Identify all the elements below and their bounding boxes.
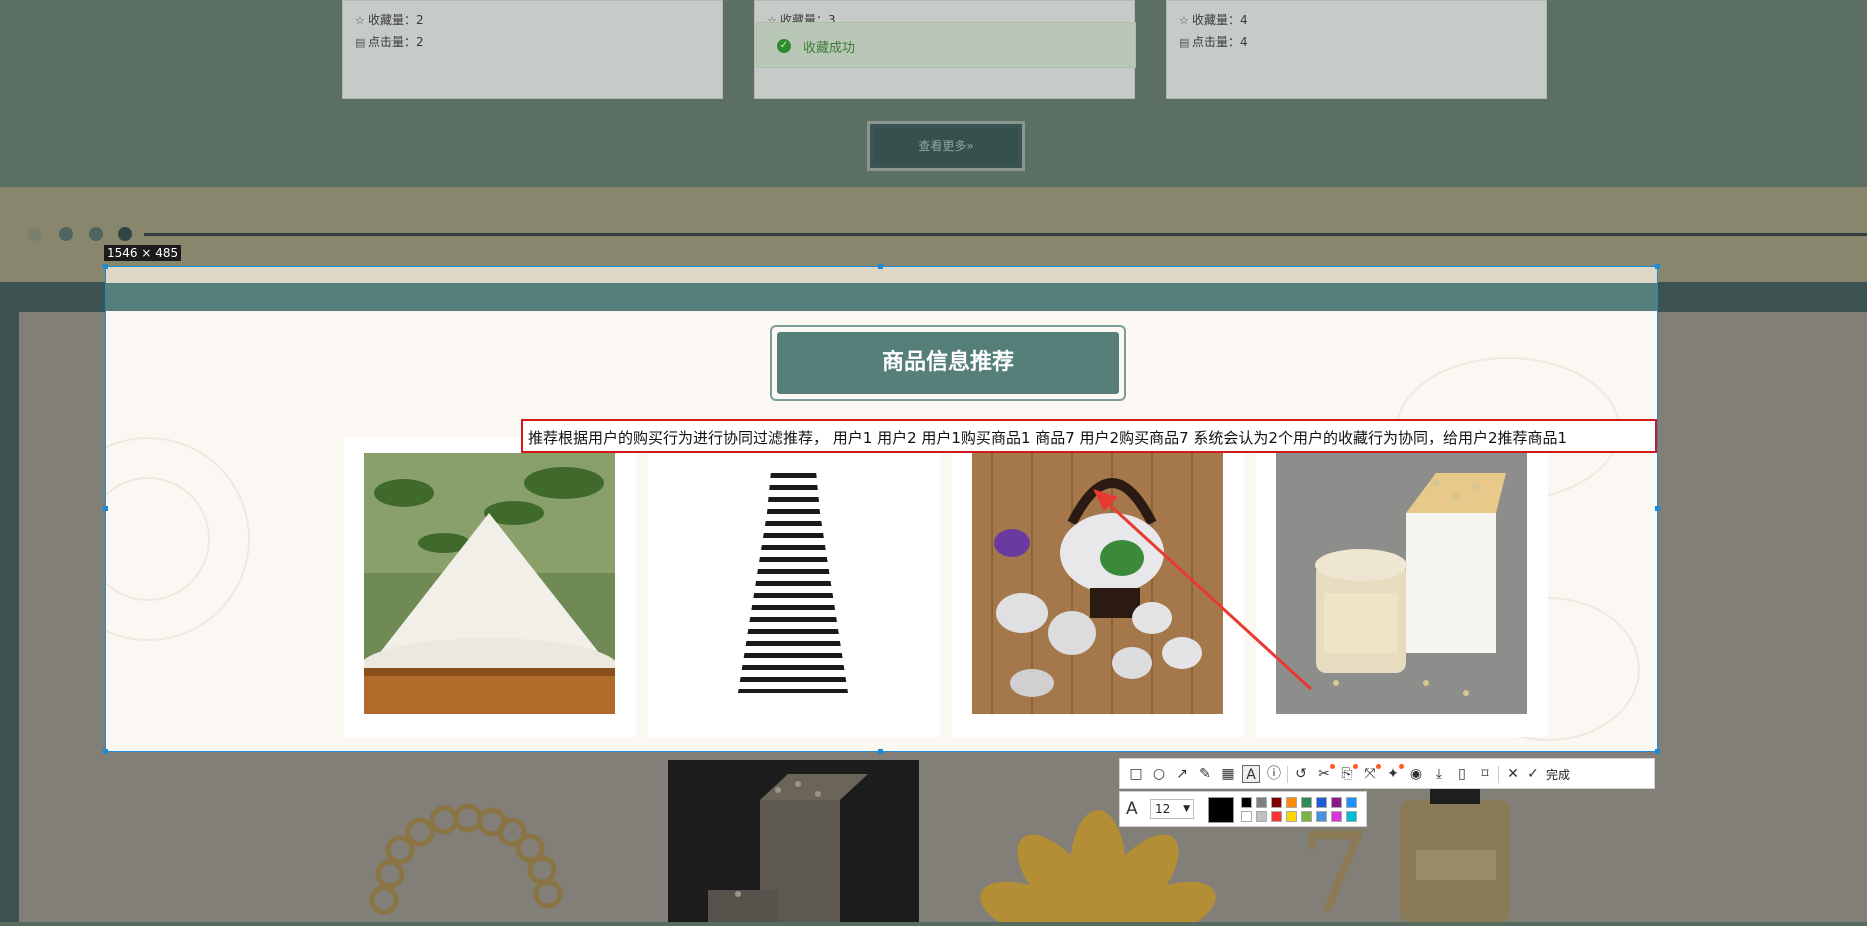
badge-dot	[1399, 764, 1404, 769]
color-swatch[interactable]	[1301, 797, 1312, 808]
undo-icon[interactable]: ↺	[1292, 765, 1310, 783]
honey-gift-box-image	[668, 760, 919, 922]
resize-handle[interactable]	[1655, 264, 1660, 269]
bookmark-icon[interactable]: ⌑	[1476, 765, 1494, 783]
color-swatch[interactable]	[1346, 797, 1357, 808]
star-icon: ☆	[355, 14, 365, 27]
color-swatch[interactable]	[1271, 797, 1282, 808]
selection-size-label: 1546 × 485	[104, 245, 182, 261]
success-toast: ✓ 收藏成功	[756, 22, 1136, 68]
resize-handle[interactable]	[878, 749, 883, 754]
document-icon: ▤	[1179, 36, 1190, 49]
carousel-progress	[144, 233, 1867, 236]
carousel-dot[interactable]	[59, 227, 73, 241]
color-swatch[interactable]	[1316, 797, 1327, 808]
bracelet-image	[360, 760, 630, 922]
color-swatch[interactable]	[1301, 811, 1312, 822]
long-screenshot-icon[interactable]: ▯	[1453, 765, 1471, 783]
view-more-label: 查看更多»	[874, 128, 1018, 164]
resize-handle[interactable]	[1655, 506, 1660, 511]
color-swatch[interactable]	[1331, 797, 1342, 808]
carousel-dot[interactable]	[28, 227, 42, 241]
check-circle-icon: ✓	[777, 39, 791, 53]
mosaic-icon[interactable]: ▦	[1219, 765, 1237, 783]
product-card-background: ☆ 收藏量：2 ▤ 点击量：2	[342, 0, 723, 99]
check-icon[interactable]: ✓	[1524, 765, 1542, 783]
font-icon: A	[1126, 799, 1138, 819]
badge-dot	[1330, 764, 1335, 769]
product-card-background: ☆ 收藏量：4 ▤ 点击量：4	[1166, 0, 1547, 99]
pencil-icon[interactable]: ✎	[1196, 765, 1214, 783]
favorites-count: 收藏量：4	[1192, 13, 1248, 27]
close-icon[interactable]: ✕	[1504, 765, 1522, 783]
screenshot-selection[interactable]: 商品信息推荐 推荐根据用户的购买行为进行协同过滤推荐， 用户1 用户2 用户1购…	[105, 266, 1658, 752]
text-style-bar: A 12 ▼	[1119, 791, 1367, 827]
arrow-annotation[interactable]	[106, 267, 1658, 752]
color-swatch[interactable]	[1256, 797, 1267, 808]
document-icon: ▤	[355, 36, 366, 49]
font-size-value: 12	[1155, 802, 1171, 816]
carousel-dot[interactable]	[89, 227, 103, 241]
color-swatch[interactable]	[1316, 811, 1327, 822]
font-size-select[interactable]: 12 ▼	[1150, 799, 1194, 819]
clicks-count: 点击量：4	[1192, 35, 1248, 49]
favorites-count: 收藏量：2	[368, 13, 424, 27]
badge-dot	[1353, 764, 1358, 769]
resize-handle[interactable]	[1655, 749, 1660, 754]
toolbar-separator	[1498, 766, 1499, 783]
record-icon[interactable]: ◉	[1407, 765, 1425, 783]
resize-handle[interactable]	[103, 264, 108, 269]
selected-color-swatch[interactable]	[1208, 797, 1234, 823]
resize-handle[interactable]	[103, 749, 108, 754]
color-swatch[interactable]	[1271, 811, 1282, 822]
color-swatch[interactable]	[1286, 811, 1297, 822]
toast-message: 收藏成功	[803, 41, 856, 56]
resize-handle[interactable]	[103, 506, 108, 511]
toolbar-separator	[1287, 766, 1288, 783]
screenshot-toolbar: □ ○ ↗ ✎ ▦ A ⓘ ↺ ✂ ⎘ ⤧ ✦ ◉ ⤓ ▯ ⌑ ✕ ✓ 完成	[1119, 758, 1655, 789]
resize-handle[interactable]	[878, 264, 883, 269]
download-icon[interactable]: ⤓	[1430, 765, 1448, 783]
carousel-dot-active[interactable]	[118, 227, 132, 241]
arrow-icon[interactable]: ↗	[1173, 765, 1191, 783]
clicks-count: 点击量：2	[368, 35, 424, 49]
badge-dot	[1376, 764, 1381, 769]
color-swatch[interactable]	[1241, 811, 1252, 822]
done-button[interactable]: 完成	[1546, 766, 1570, 783]
star-icon: ☆	[1179, 14, 1189, 27]
color-swatch[interactable]	[1241, 797, 1252, 808]
color-swatch[interactable]	[1346, 811, 1357, 822]
ellipse-icon[interactable]: ○	[1150, 765, 1168, 783]
rectangle-icon[interactable]: □	[1127, 765, 1145, 783]
color-swatch[interactable]	[1331, 811, 1342, 822]
chevron-down-icon: ▼	[1183, 804, 1190, 814]
serial-number-icon[interactable]: ⓘ	[1265, 765, 1283, 783]
color-swatch[interactable]	[1286, 797, 1297, 808]
view-more-button[interactable]: 查看更多»	[867, 121, 1025, 171]
text-icon[interactable]: A	[1242, 765, 1260, 783]
color-swatch[interactable]	[1256, 811, 1267, 822]
